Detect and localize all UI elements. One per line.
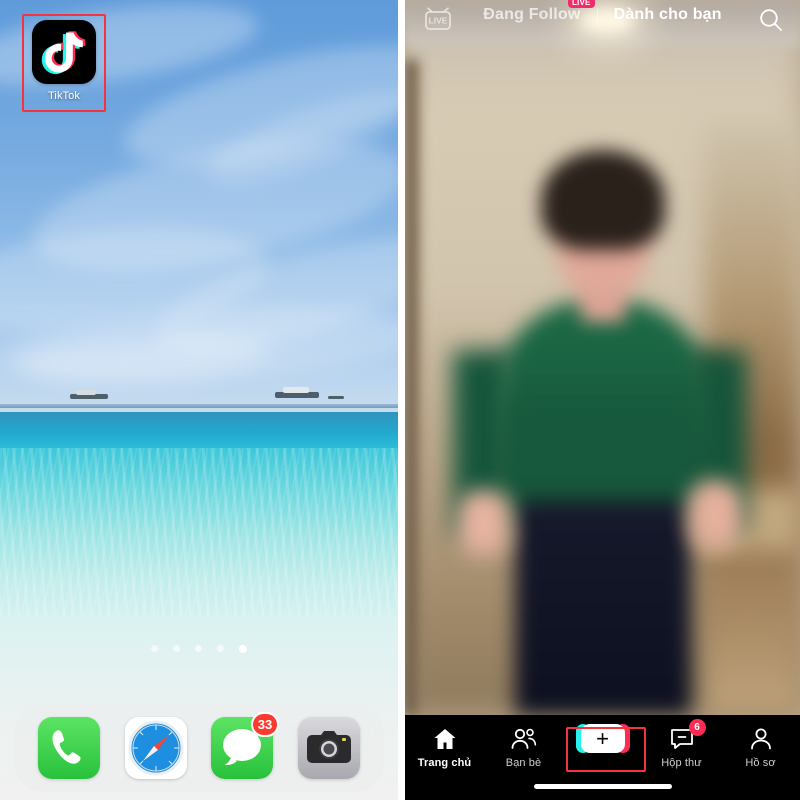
page-dot[interactable]: [195, 645, 202, 652]
safari-icon[interactable]: [124, 717, 187, 779]
tiktok-feed-tabs: Đang Follow LIVE Dành cho bạn: [405, 0, 800, 24]
tab-separator: [596, 7, 598, 23]
profile-icon: [748, 725, 774, 752]
tab-danh-cho-ban-label: Dành cho bạn: [613, 6, 722, 23]
camera-icon[interactable]: [297, 717, 360, 779]
inbox-badge: 6: [688, 719, 706, 736]
ios-home-screen: TikTok 33: [0, 0, 398, 800]
create-plus-button[interactable]: +: [575, 724, 630, 753]
home-icon: [432, 725, 458, 752]
boat-decor: [275, 387, 319, 398]
video-frame-content: [405, 0, 800, 715]
safari-compass-glyph: [128, 720, 184, 776]
messages-badge: 33: [250, 712, 280, 737]
nav-item-hop-thu[interactable]: 6 Hộp thư: [642, 719, 721, 769]
wallpaper-sea: [0, 448, 398, 624]
nav-item-ho-so[interactable]: Hồ sơ: [721, 725, 800, 769]
wallpaper-deep-sea: [0, 412, 398, 452]
home-indicator: [533, 784, 672, 789]
page-dot[interactable]: [151, 645, 158, 652]
phone-icon[interactable]: [38, 717, 101, 779]
video-bg-left-edge: [405, 60, 419, 715]
phone-glyph: [52, 730, 81, 764]
plus-icon: +: [596, 725, 609, 751]
tiktok-top-bar: LIVE Đang Follow LIVE Dành cho bạn: [405, 0, 800, 40]
tab-danh-cho-ban[interactable]: Dành cho bạn: [614, 6, 722, 24]
tab-dang-follow-label: Đang Follow: [483, 6, 581, 23]
page-indicator-dots[interactable]: [0, 645, 398, 653]
wallpaper-horizon: [0, 404, 398, 408]
video-player[interactable]: [405, 0, 800, 715]
dock-item-camera[interactable]: [297, 717, 360, 779]
tab-live-badge: LIVE: [567, 0, 595, 8]
tiktok-app: LIVE Đang Follow LIVE Dành cho bạn Trang…: [405, 0, 800, 800]
home-glyph: [434, 728, 455, 749]
dock-item-phone[interactable]: [38, 717, 101, 779]
dock-item-safari[interactable]: [124, 717, 187, 779]
tiktok-note-glyph: [41, 31, 86, 75]
video-person-hair: [540, 150, 665, 250]
tiktok-app-icon[interactable]: [32, 20, 96, 84]
boat-decor: [70, 390, 108, 399]
nav-label-ban-be: Bạn bè: [505, 757, 542, 769]
friends-icon: [510, 725, 538, 752]
nav-label-trang-chu: Trang chủ: [417, 757, 472, 769]
nav-label-hop-thu: Hộp thư: [661, 757, 702, 769]
nav-item-trang-chu[interactable]: Trang chủ: [405, 725, 484, 769]
tab-dang-follow[interactable]: Đang Follow LIVE: [483, 0, 595, 24]
app-label-tiktok: TikTok: [48, 90, 80, 102]
app-cell-tiktok[interactable]: TikTok: [22, 20, 106, 102]
page-dot[interactable]: [173, 645, 180, 652]
dock-item-messages[interactable]: 33: [211, 712, 280, 779]
nav-label-ho-so: Hồ sơ: [745, 757, 776, 769]
camera-glyph: [306, 731, 351, 763]
nav-item-create[interactable]: +: [563, 724, 642, 753]
panel-divider: [398, 0, 405, 800]
video-person-hand-left: [456, 490, 511, 556]
profile-glyph: [750, 728, 771, 749]
video-person-hand-right: [686, 480, 743, 550]
boat-decor: [328, 396, 344, 399]
create-button-shape[interactable]: +: [575, 724, 630, 753]
friends-glyph: [511, 728, 536, 749]
screenshot-stage: TikTok 33 LIVE Đang Follow LIVE Dành cho…: [0, 0, 800, 800]
search-glyph: [760, 9, 782, 31]
ios-dock: 33: [14, 704, 384, 792]
search-icon[interactable]: [758, 7, 784, 33]
page-dot[interactable]: [217, 645, 224, 652]
inbox-icon: 6: [669, 719, 706, 752]
app-grid: TikTok: [0, 0, 398, 102]
nav-item-ban-be[interactable]: Bạn bè: [484, 725, 563, 769]
page-dot-active[interactable]: [239, 645, 247, 653]
video-person-pants: [514, 500, 691, 715]
